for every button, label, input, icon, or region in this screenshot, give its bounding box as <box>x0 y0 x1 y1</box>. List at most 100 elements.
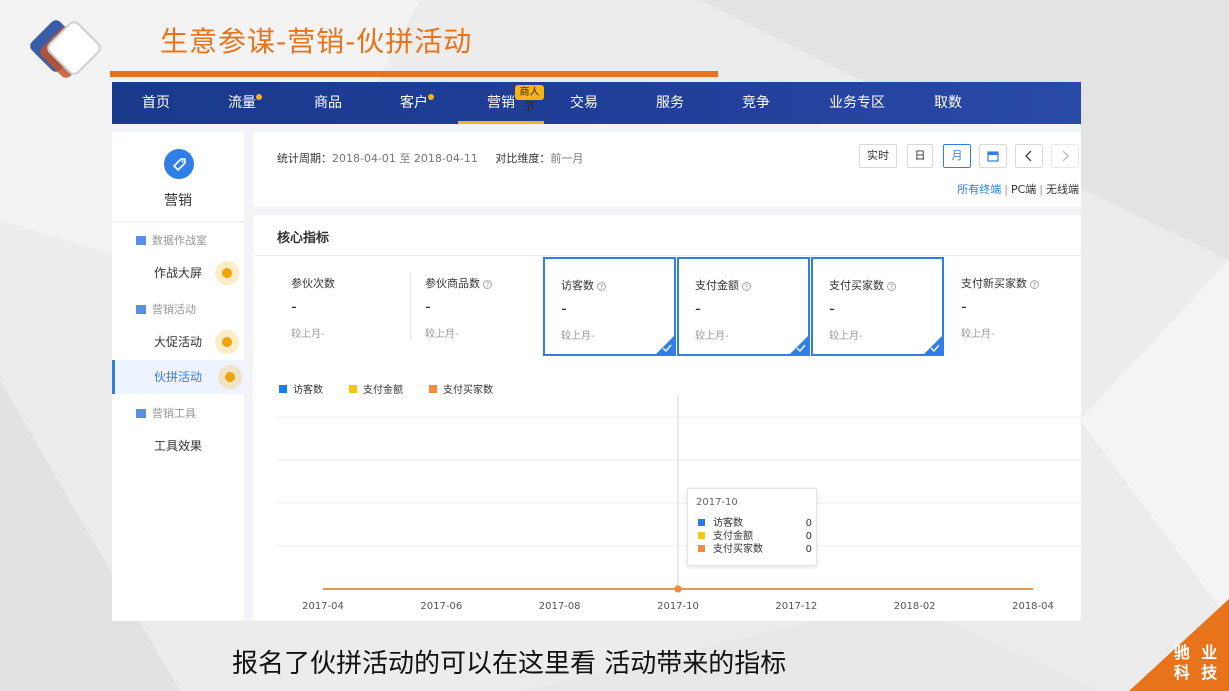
notification-dot <box>256 94 262 100</box>
period-value[interactable]: 2018-04-01 至 2018-04-11 <box>332 152 478 165</box>
legend-item[interactable]: 支付金额 <box>349 381 403 396</box>
tooltip-title: 2017-10 <box>696 497 738 508</box>
tooltip-series-name: 支付买家数 <box>713 544 763 555</box>
chart-icon <box>136 236 146 245</box>
title-underline <box>110 71 718 77</box>
period-label: 统计周期： <box>277 152 332 165</box>
slide-caption: 报名了伙拼活动的可以在这里看 活动带来的指标 <box>232 649 787 679</box>
nav-item[interactable]: 竞争 <box>730 82 782 124</box>
kpi-card[interactable]: 支付买家数? - 较上月- <box>811 257 944 356</box>
slide-title: 生意参谋-营销-伙拼活动 <box>160 25 473 58</box>
chart-legend: 访客数 支付金额 支付买家数 <box>279 381 519 396</box>
check-icon <box>930 344 940 352</box>
hotspot-dot-icon <box>215 261 239 285</box>
nav-item[interactable]: 取数 <box>922 82 974 124</box>
next-period-button[interactable] <box>1051 144 1079 168</box>
kpi-name: 支付买家数? <box>829 277 896 293</box>
day-button[interactable]: 日 <box>907 144 933 168</box>
help-icon[interactable]: ? <box>597 282 606 291</box>
kpi-value: - <box>695 299 701 318</box>
sidebar-group-label: 数据作战室 <box>152 234 207 247</box>
sidebar-item[interactable]: 大促活动 <box>112 325 244 359</box>
tab-pc[interactable]: PC端 <box>1011 183 1036 196</box>
sidebar-title: 营销 <box>164 193 192 209</box>
prev-period-button[interactable] <box>1015 144 1043 168</box>
legend-item[interactable]: 访客数 <box>279 381 323 396</box>
kpi-card[interactable]: 支付金额? - 较上月- <box>677 257 810 356</box>
x-tick-label: 2018-02 <box>894 601 936 612</box>
kpi-compare: 较上月- <box>425 329 459 340</box>
legend-item[interactable]: 支付买家数 <box>429 381 493 396</box>
kpi-name-text: 参伙次数 <box>291 277 335 290</box>
sidebar-item[interactable]: 伙拼活动 <box>112 360 244 394</box>
sidebar-item-label: 大促活动 <box>154 335 203 349</box>
kpi-name: 支付新买家数? <box>961 275 1039 291</box>
tooltip-swatch <box>698 519 705 526</box>
nav-item-label: 首页 <box>142 95 170 111</box>
brand-line-1: 驰 业 <box>1173 643 1221 662</box>
kpi-name-text: 参伙商品数 <box>425 277 480 290</box>
tooltip-value: 0 <box>805 518 812 529</box>
nav-item-label: 商品 <box>314 95 342 111</box>
help-icon[interactable]: ? <box>742 282 751 291</box>
nav-item-label: 流量 <box>228 95 256 111</box>
hotspot-dot-icon <box>218 365 242 389</box>
notification-dot <box>428 94 434 100</box>
realtime-button[interactable]: 实时 <box>859 144 897 168</box>
nav-item[interactable]: 业务专区 <box>816 82 898 124</box>
nav-item-label: 服务 <box>656 95 684 111</box>
brand-label: 驰 业 科 技 <box>1173 643 1221 683</box>
kpi-card[interactable]: 参伙商品数? - 较上月- <box>409 257 542 356</box>
period-filter: 统计周期：2018-04-01 至 2018-04-11 对比维度：前一月 <box>277 150 583 166</box>
kpi-compare: 较上月- <box>561 331 595 342</box>
compare-label: 对比维度： <box>495 152 551 165</box>
nav-item[interactable]: 首页 <box>130 82 182 124</box>
core-metrics-panel: 核心指标 参伙次数 - 较上月- 参伙商品数? - 较上月- 访客数? - 较上月- 支付金额? -… <box>253 215 1081 621</box>
kpi-card[interactable]: 支付新买家数? - 较上月- <box>945 257 1078 356</box>
sidebar-group-label: 营销活动 <box>152 303 196 316</box>
chart-tooltip: 2017-10 访客数 0 支付金额 0 支付买家数 0 <box>687 488 817 566</box>
kpi-value: - <box>425 297 431 316</box>
tooltip-series-name: 支付金额 <box>713 531 753 542</box>
sidebar-header: 营销 <box>112 132 244 222</box>
kpi-value: - <box>829 299 835 318</box>
nav-item[interactable]: 流量 <box>216 82 268 124</box>
sidebar-group: 数据作战室 <box>136 233 207 249</box>
nav-badge: 商人节 <box>515 85 544 113</box>
chevron-left-icon <box>1025 150 1032 162</box>
sidebar-item-label: 工具效果 <box>154 439 203 453</box>
help-icon[interactable]: ? <box>483 280 492 289</box>
kpi-name-text: 支付金额 <box>695 279 739 292</box>
app-window: 首页 流量 商品 客户 营销 商人节 交易 服务 竞争 业务专区 取数 营销 数据作战室 作战大屏 营销… <box>112 82 1081 621</box>
nav-item[interactable]: 客户 <box>388 82 440 124</box>
kpi-compare: 较上月- <box>695 331 729 342</box>
data-point[interactable] <box>674 585 682 593</box>
kpi-name: 参伙次数 <box>291 275 335 291</box>
sidebar-item[interactable]: 作战大屏 <box>112 256 244 290</box>
nav-item[interactable]: 商品 <box>302 82 354 124</box>
sidebar-group: 营销工具 <box>136 406 196 422</box>
kpi-name-text: 访客数 <box>561 279 594 292</box>
tab-all-devices[interactable]: 所有终端 <box>957 183 1001 196</box>
nav-item[interactable]: 营销 商人节 <box>458 82 544 124</box>
calendar-button[interactable] <box>979 144 1007 168</box>
tab-wireless[interactable]: 无线端 <box>1046 183 1079 196</box>
month-button[interactable]: 月 <box>943 144 971 168</box>
tooltip-row: 支付买家数 0 <box>698 543 812 556</box>
kpi-value: - <box>561 299 567 318</box>
nav-item[interactable]: 交易 <box>558 82 610 124</box>
top-nav: 首页 流量 商品 客户 营销 商人节 交易 服务 竞争 业务专区 取数 <box>112 82 1081 124</box>
help-icon[interactable]: ? <box>887 282 896 291</box>
help-icon[interactable]: ? <box>1030 280 1039 289</box>
tooltip-value: 0 <box>805 544 812 555</box>
nav-item[interactable]: 服务 <box>644 82 696 124</box>
sidebar-item[interactable]: 工具效果 <box>112 429 244 463</box>
legend-swatch <box>349 385 357 393</box>
sidebar-group-label: 营销工具 <box>152 407 196 420</box>
tooltip-row: 支付金额 0 <box>698 530 812 543</box>
chart-icon <box>136 409 146 418</box>
kpi-card[interactable]: 访客数? - 较上月- <box>543 257 676 356</box>
compare-value[interactable]: 前一月 <box>550 152 583 165</box>
kpi-card[interactable]: 参伙次数 - 较上月- <box>275 257 408 356</box>
tooltip-swatch <box>698 545 705 552</box>
